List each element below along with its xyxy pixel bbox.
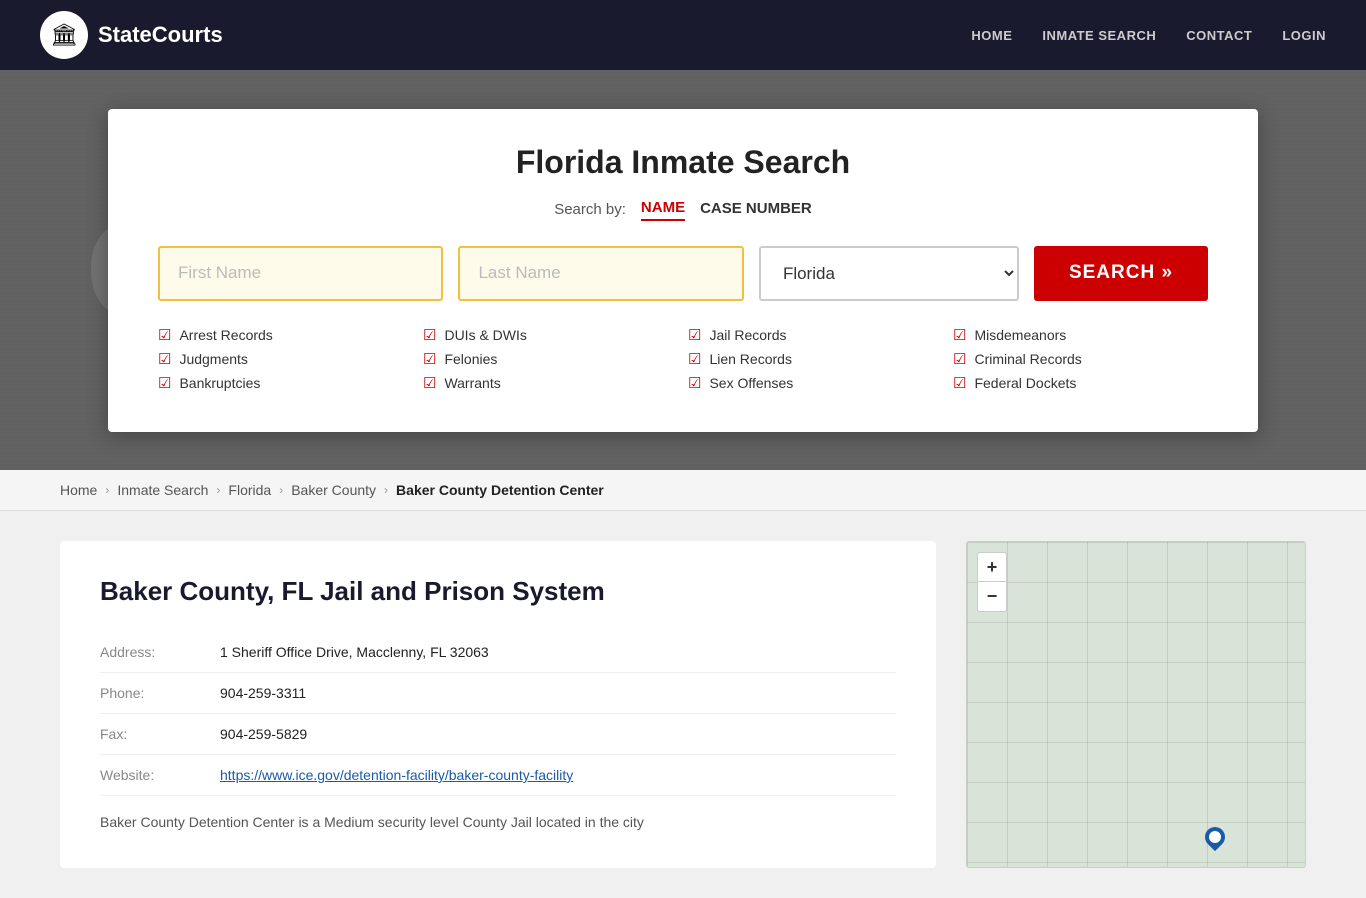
feature-item: ☑ Federal Dockets	[953, 374, 1208, 392]
feature-label: Federal Dockets	[974, 375, 1076, 391]
website-link[interactable]: https://www.ice.gov/detention-facility/b…	[220, 767, 573, 783]
chevron-right-icon-2: ›	[216, 483, 220, 497]
check-icon: ☑	[158, 374, 171, 392]
breadcrumb-florida[interactable]: Florida	[228, 482, 271, 498]
nav-contact[interactable]: CONTACT	[1186, 28, 1252, 43]
nav-inmate-search[interactable]: INMATE SEARCH	[1042, 28, 1156, 43]
feature-item: ☑ Misdemeanors	[953, 326, 1208, 344]
check-icon: ☑	[158, 350, 171, 368]
feature-item: ☑ Felonies	[423, 350, 678, 368]
check-icon: ☑	[423, 350, 436, 368]
feature-label: Judgments	[179, 351, 247, 367]
feature-item: ☑ Lien Records	[688, 350, 943, 368]
state-select[interactable]: AlabamaAlaskaArizonaArkansasCaliforniaCo…	[759, 246, 1019, 301]
map-zoom-out[interactable]: −	[977, 582, 1007, 612]
content-title: Baker County, FL Jail and Prison System	[100, 576, 896, 607]
feature-item: ☑ Criminal Records	[953, 350, 1208, 368]
logo[interactable]: 🏛 StateCourts	[40, 11, 223, 59]
chevron-right-icon-3: ›	[279, 483, 283, 497]
logo-icon: 🏛	[40, 11, 88, 59]
feature-label: Criminal Records	[974, 351, 1081, 367]
feature-item: ☑ Bankruptcies	[158, 374, 413, 392]
feature-label: Misdemeanors	[974, 327, 1066, 343]
page-title: Florida Inmate Search	[158, 144, 1208, 181]
nav-links: HOME INMATE SEARCH CONTACT LOGIN	[971, 28, 1326, 43]
search-by-label: Search by:	[554, 201, 626, 218]
feature-item: ☑ DUIs & DWIs	[423, 326, 678, 344]
phone-row: Phone: 904-259-3311	[100, 673, 896, 714]
logo-text: StateCourts	[98, 22, 223, 48]
check-icon: ☑	[688, 326, 701, 344]
map-zoom-in[interactable]: +	[977, 552, 1007, 582]
website-row: Website: https://www.ice.gov/detention-f…	[100, 755, 896, 796]
main-content: Baker County, FL Jail and Prison System …	[0, 511, 1366, 898]
nav-home[interactable]: HOME	[971, 28, 1012, 43]
tab-case-number[interactable]: CASE NUMBER	[700, 200, 812, 220]
map-grid	[967, 542, 1305, 867]
fax-label: Fax:	[100, 726, 200, 742]
phone-label: Phone:	[100, 685, 200, 701]
feature-label: Felonies	[444, 351, 497, 367]
feature-label: Bankruptcies	[179, 375, 260, 391]
content-card: Baker County, FL Jail and Prison System …	[60, 541, 936, 868]
check-icon: ☑	[953, 350, 966, 368]
check-icon: ☑	[953, 326, 966, 344]
feature-label: Lien Records	[709, 351, 792, 367]
hero-section: COURTHOUSE Florida Inmate Search Search …	[0, 70, 1366, 470]
description-text: Baker County Detention Center is a Mediu…	[100, 811, 896, 833]
website-label: Website:	[100, 767, 200, 783]
feature-label: Arrest Records	[179, 327, 272, 343]
tab-name[interactable]: NAME	[641, 199, 685, 221]
features-grid: ☑ Arrest Records ☑ DUIs & DWIs ☑ Jail Records…	[158, 326, 1208, 392]
nav-login[interactable]: LOGIN	[1282, 28, 1326, 43]
check-icon: ☑	[688, 350, 701, 368]
phone-value: 904-259-3311	[220, 685, 306, 701]
fax-value: 904-259-5829	[220, 726, 307, 742]
search-by-row: Search by: NAME CASE NUMBER	[158, 199, 1208, 221]
feature-item: ☑ Judgments	[158, 350, 413, 368]
check-icon: ☑	[423, 374, 436, 392]
search-inputs-row: AlabamaAlaskaArizonaArkansasCaliforniaCo…	[158, 246, 1208, 301]
search-button[interactable]: SEARCH »	[1034, 246, 1208, 301]
fax-row: Fax: 904-259-5829	[100, 714, 896, 755]
address-value: 1 Sheriff Office Drive, Macclenny, FL 32…	[220, 644, 489, 660]
feature-label: DUIs & DWIs	[444, 327, 526, 343]
address-label: Address:	[100, 644, 200, 660]
breadcrumb-baker-county[interactable]: Baker County	[291, 482, 376, 498]
check-icon: ☑	[158, 326, 171, 344]
chevron-right-icon: ›	[105, 483, 109, 497]
map-controls: + −	[977, 552, 1007, 612]
feature-item: ☑ Sex Offenses	[688, 374, 943, 392]
address-row: Address: 1 Sheriff Office Drive, Macclen…	[100, 632, 896, 673]
breadcrumb-inmate-search[interactable]: Inmate Search	[117, 482, 208, 498]
feature-label: Sex Offenses	[709, 375, 793, 391]
header: 🏛 StateCourts HOME INMATE SEARCH CONTACT…	[0, 0, 1366, 70]
feature-label: Jail Records	[709, 327, 786, 343]
chevron-right-icon-4: ›	[384, 483, 388, 497]
map-container: + −	[966, 541, 1306, 868]
feature-item: ☑ Arrest Records	[158, 326, 413, 344]
feature-item: ☑ Jail Records	[688, 326, 943, 344]
last-name-input[interactable]	[458, 246, 743, 301]
first-name-input[interactable]	[158, 246, 443, 301]
breadcrumb: Home › Inmate Search › Florida › Baker C…	[0, 470, 1366, 511]
breadcrumb-home[interactable]: Home	[60, 482, 97, 498]
check-icon: ☑	[688, 374, 701, 392]
feature-label: Warrants	[444, 375, 500, 391]
search-card: Florida Inmate Search Search by: NAME CA…	[108, 109, 1258, 432]
breadcrumb-current: Baker County Detention Center	[396, 482, 604, 498]
check-icon: ☑	[953, 374, 966, 392]
check-icon: ☑	[423, 326, 436, 344]
feature-item: ☑ Warrants	[423, 374, 678, 392]
